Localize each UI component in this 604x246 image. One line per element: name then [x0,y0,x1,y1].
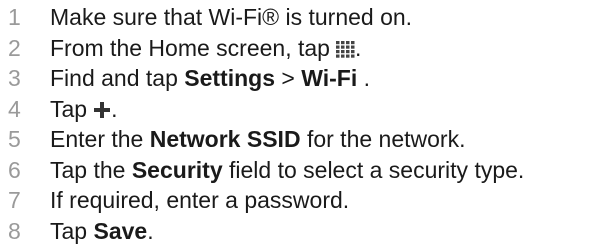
step-item: 2 From the Home screen, tap . [0,33,604,64]
step-number: 4 [8,95,21,122]
step-text-suffix: . [354,34,362,61]
step-number: 1 [8,4,21,30]
step-item: 6 Tap the Security field to select a sec… [0,155,604,186]
step-number: 8 [8,217,21,244]
step-text-container: Enter the Network SSID for the network. [50,124,604,155]
plus-icon [93,96,111,127]
step-text-container: Tap . [50,94,604,127]
step-item: 1 Make sure that Wi-Fi® is turned on. [0,2,604,33]
step-item: 5 Enter the Network SSID for the network… [0,124,604,155]
step-text-container: Find and tap Settings > Wi-Fi . [50,63,604,94]
step-text-suffix: . [111,95,118,122]
step-text: If required, enter a password. [50,187,350,213]
step-text-container: Tap Save. [50,216,604,246]
step-item: 8 Tap Save. [0,216,604,246]
settings-label: Settings [184,65,275,91]
network-ssid-label: Network SSID [149,126,301,152]
step-number: 5 [8,126,21,152]
step-text: Make sure that Wi-Fi® is turned on. [50,4,413,30]
step-item: 3 Find and tap Settings > Wi-Fi . [0,63,604,94]
apps-grid-icon [335,35,355,66]
step-text-suffix: . [357,65,370,91]
step-number: 7 [8,187,21,213]
step-text-suffix: . [147,217,154,244]
step-number: 3 [8,65,21,91]
step-text: Tap the [50,156,132,183]
step-text: Enter the [50,126,150,152]
security-label: Security [131,156,223,183]
step-text: Tap [50,217,94,244]
save-label: Save [93,217,148,244]
step-text: Find and tap [50,65,185,91]
wifi-label: Wi-Fi [301,65,358,91]
step-number: 2 [8,34,21,61]
step-text: Tap [50,95,88,122]
step-text-container: From the Home screen, tap . [50,33,604,66]
step-text-suffix: for the network. [300,126,466,152]
step-text-container: Tap the Security field to select a secur… [50,155,604,186]
path-separator: > [275,65,302,91]
step-item: 7 If required, enter a password. [0,185,604,216]
step-text-suffix: field to select a security type. [222,156,525,183]
steps-list: 1 Make sure that Wi-Fi® is turned on. 2 … [0,2,604,246]
step-item: 4 Tap . [0,94,604,125]
step-text: From the Home screen, tap [50,34,330,61]
step-number: 6 [8,156,21,183]
